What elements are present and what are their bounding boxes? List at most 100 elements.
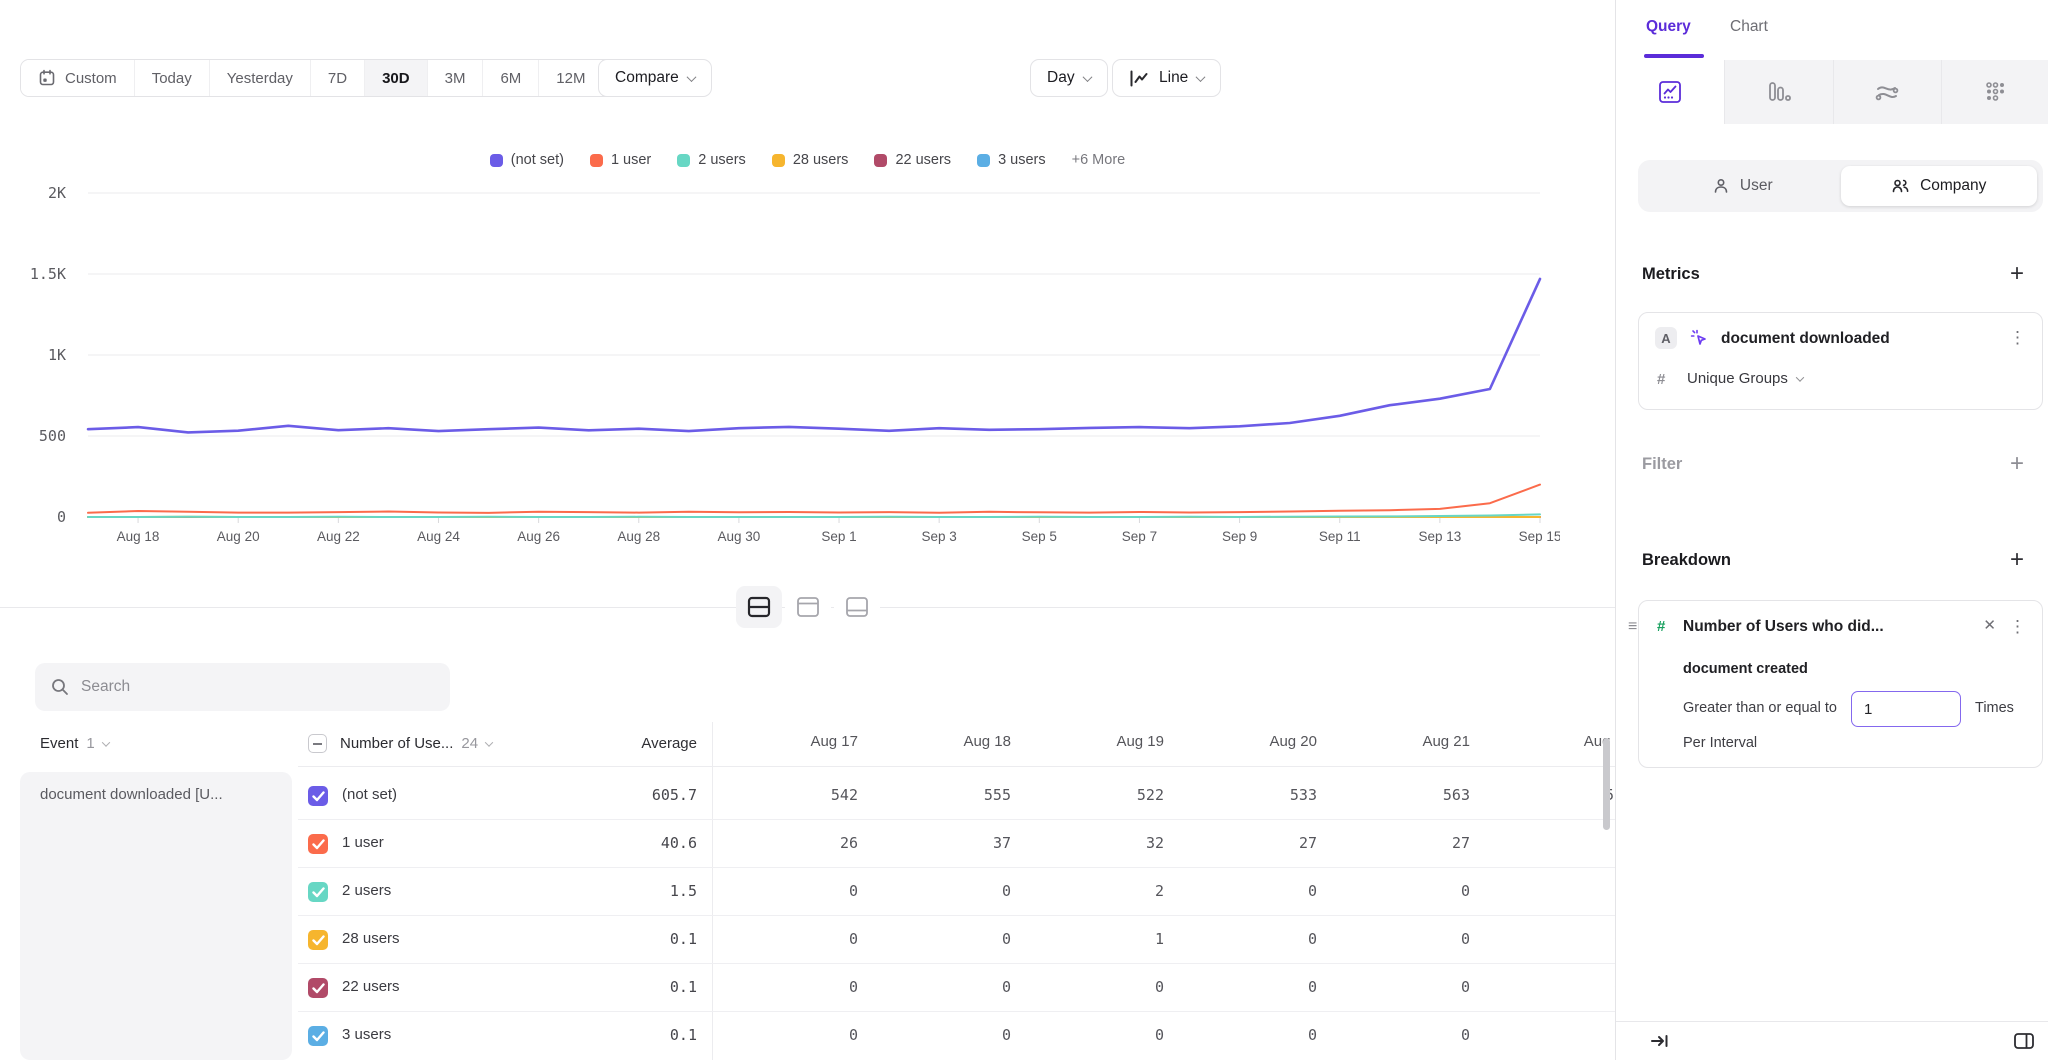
date-column-header[interactable]: Aug 17 [717, 733, 870, 750]
search-box [35, 663, 450, 711]
row-checkbox[interactable] [308, 978, 328, 998]
entity-option-user[interactable]: User [1644, 166, 1841, 206]
row-checkbox[interactable] [308, 930, 328, 950]
row-values: 001000 [717, 930, 1615, 948]
range-button-12m[interactable]: 12M [538, 60, 602, 96]
per-interval-label[interactable]: Per Interval [1683, 735, 1757, 751]
range-button-custom[interactable]: Custom [21, 60, 134, 96]
range-button-6m[interactable]: 6M [482, 60, 538, 96]
tab-chart[interactable]: Chart [1730, 18, 1768, 36]
legend-swatch [590, 154, 603, 167]
event-column-header[interactable]: Event 1 [40, 735, 109, 752]
chart-type-tab-matrix[interactable] [1941, 60, 2048, 124]
legend-label: 1 user [611, 152, 651, 168]
chevron-down-icon [101, 738, 109, 746]
add-breakdown-button[interactable]: + [2010, 548, 2024, 572]
legend-item[interactable]: 28 users [772, 152, 849, 168]
range-button-7d[interactable]: 7D [310, 60, 364, 96]
range-button-3m[interactable]: 3M [427, 60, 483, 96]
entity-option-company[interactable]: Company [1841, 166, 2038, 206]
chevron-down-icon [1796, 373, 1804, 381]
add-metric-button[interactable]: + [2010, 262, 2024, 286]
collapse-sidebar-icon[interactable] [1649, 1033, 1671, 1049]
row-checkbox[interactable] [308, 786, 328, 806]
range-label: 6M [500, 70, 521, 87]
breakdown-card[interactable]: # Number of Users who did... ✕ ⋮ documen… [1638, 600, 2043, 768]
row-value-cell: 0 [870, 882, 1023, 900]
date-column-header[interactable]: Aug 2 [1482, 733, 1615, 750]
search-input[interactable] [81, 678, 411, 696]
split-view-button[interactable] [736, 586, 782, 628]
chevron-down-icon [485, 738, 493, 746]
series-line-1-user [88, 485, 1540, 513]
row-checkbox[interactable] [308, 882, 328, 902]
breakdown-event-name[interactable]: document created [1683, 661, 1808, 677]
chart-type-button[interactable]: Line [1112, 59, 1221, 97]
legend-item[interactable]: 22 users [874, 152, 951, 168]
add-filter-button[interactable]: + [2010, 452, 2024, 476]
row-value-cell: 0 [717, 930, 870, 948]
date-column-header[interactable]: Aug 21 [1329, 733, 1482, 750]
row-checkbox[interactable] [308, 834, 328, 854]
chart-type-tab-bar[interactable] [1724, 60, 1832, 124]
row-value-cell: 0 [717, 1026, 870, 1044]
drag-handle-icon[interactable]: ≡ [1628, 618, 1637, 636]
table-only-view-button[interactable] [834, 586, 880, 628]
panel-layout-icon[interactable] [2013, 1032, 2035, 1050]
breakdown-menu-button[interactable]: ⋮ [2009, 618, 2026, 635]
legend-label: (not set) [511, 152, 564, 168]
x-axis-label: Sep 1 [821, 529, 856, 544]
compare-button[interactable]: Compare [598, 59, 712, 97]
main-panel: CustomTodayYesterday7D30D3M6M12MXTD Comp… [0, 0, 1615, 1060]
row-label: 22 users [342, 978, 400, 995]
range-label: Today [152, 70, 192, 87]
select-all-checkbox[interactable] [308, 734, 327, 753]
row-checkbox[interactable] [308, 1026, 328, 1046]
chart-type-tab-line[interactable] [1616, 60, 1724, 124]
range-button-yesterday[interactable]: Yesterday [209, 60, 310, 96]
range-button-30d[interactable]: 30D [364, 60, 427, 96]
metric-event-name[interactable]: document downloaded [1721, 330, 1890, 348]
legend-item[interactable]: 2 users [677, 152, 746, 168]
row-value-cell: 2 [1023, 882, 1176, 900]
event-cursor-icon [1689, 328, 1709, 348]
date-column-header[interactable]: Aug 19 [1023, 733, 1176, 750]
date-column-headers: Aug 17Aug 18Aug 19Aug 20Aug 21Aug 2 [717, 733, 1615, 750]
row-value-cell: 2 [1482, 834, 1615, 852]
chart-only-view-button[interactable] [785, 586, 831, 628]
measure-selector[interactable]: Unique Groups [1687, 370, 1803, 387]
date-column-header[interactable]: Aug 20 [1176, 733, 1329, 750]
table-row: (not set)605.754255552253356353 [298, 772, 1615, 820]
table-scrollbar[interactable] [1603, 738, 1610, 830]
metric-menu-button[interactable]: ⋮ [2009, 329, 2026, 346]
sidebar-footer [1616, 1021, 2048, 1060]
breakdown-condition-label[interactable]: Greater than or equal to [1683, 700, 1837, 716]
chart-type-tab-flow[interactable] [1833, 60, 1941, 124]
measure-hash-icon: # [1657, 371, 1665, 388]
legend-label: 22 users [895, 152, 951, 168]
granularity-button[interactable]: Day [1030, 59, 1108, 97]
range-label: Custom [65, 70, 117, 87]
tab-query[interactable]: Query [1646, 18, 1691, 36]
range-button-today[interactable]: Today [134, 60, 209, 96]
row-value-cell: 53 [1482, 786, 1615, 804]
row-values: 26373227272 [717, 834, 1615, 852]
row-label: 2 users [342, 882, 391, 899]
legend-item[interactable]: 3 users [977, 152, 1046, 168]
times-value-input[interactable] [1851, 691, 1961, 727]
date-column-header[interactable]: Aug 18 [870, 733, 1023, 750]
event-list-item[interactable]: document downloaded [U... [40, 786, 276, 803]
x-axis-label: Sep 3 [922, 529, 957, 544]
breakdown-property-name[interactable]: Number of Users who did... [1683, 618, 1884, 636]
legend-item[interactable]: 1 user [590, 152, 651, 168]
x-axis-label: Aug 24 [417, 529, 460, 544]
metric-card[interactable]: A document downloaded ⋮ # Unique Groups [1638, 312, 2043, 410]
y-axis-label: 0 [57, 508, 66, 526]
legend-more-button[interactable]: +6 More [1072, 152, 1126, 168]
table-row: 28 users0.1001000 [298, 916, 1615, 964]
entity-option-user-label: User [1740, 177, 1773, 195]
close-icon[interactable]: ✕ [1983, 616, 1996, 634]
group-column-header[interactable]: Number of Use... 24 [340, 735, 492, 752]
check-icon [312, 983, 325, 994]
legend-item[interactable]: (not set) [490, 152, 564, 168]
